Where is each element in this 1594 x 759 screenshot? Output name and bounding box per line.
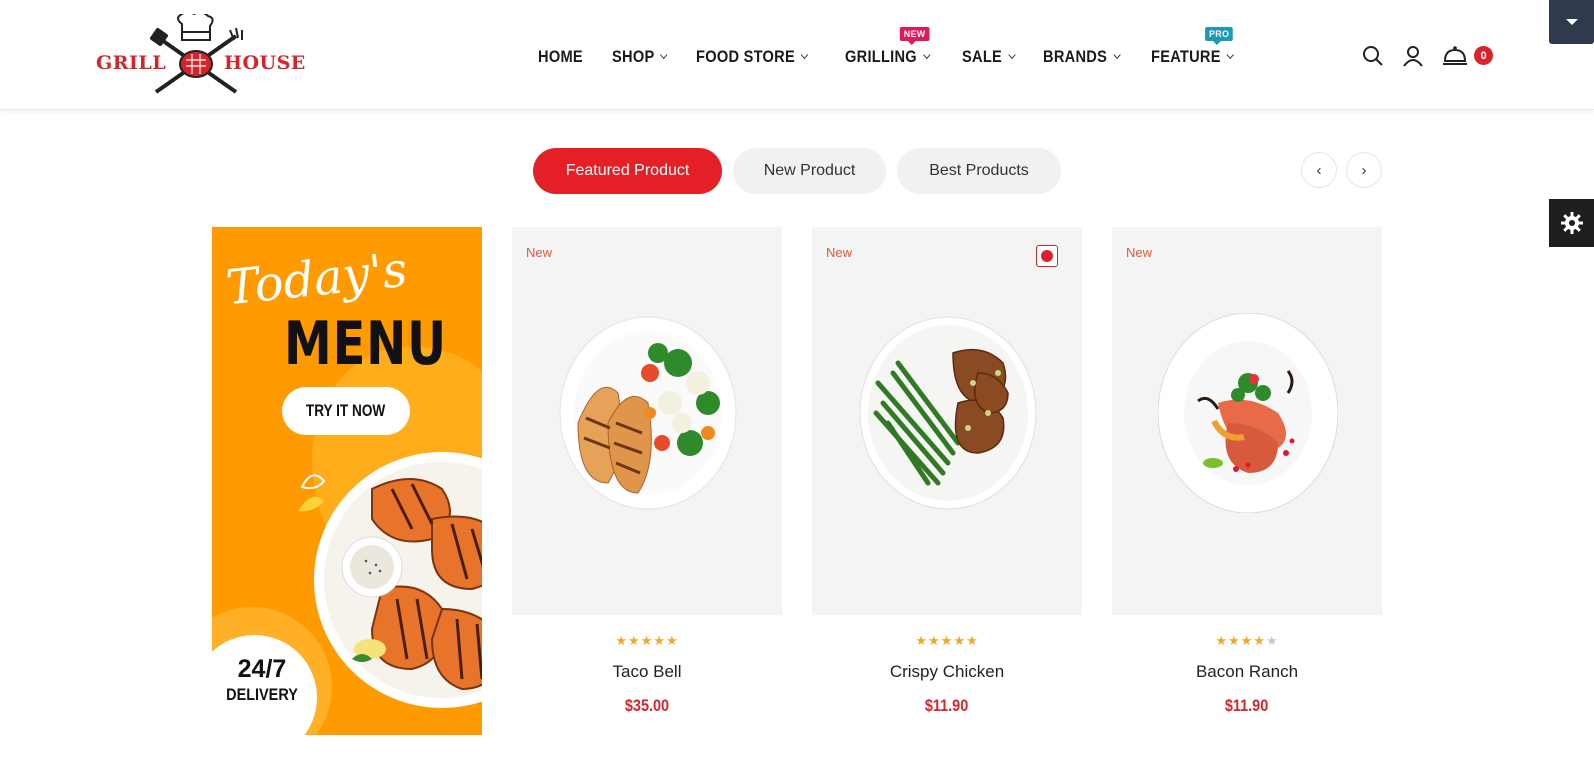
star-icon: ★ — [665, 633, 679, 648]
product-card[interactable]: New — [512, 227, 782, 615]
nav-shop-label: SHOP — [612, 47, 655, 66]
site-header: GRILL HOUSE HOME SHOP FOOD STORE NEW GRI… — [0, 0, 1594, 110]
star-icon: ★ — [915, 633, 929, 648]
product-price: $35.00 — [512, 696, 782, 716]
nav-home[interactable]: HOME — [538, 47, 583, 67]
star-icon: ★ — [640, 633, 654, 648]
chevron-down-icon — [800, 50, 808, 60]
wishlist-icon[interactable] — [1036, 245, 1058, 267]
star-icon: ★ — [928, 633, 941, 648]
product-card[interactable]: New — [812, 227, 1082, 615]
star-icon: ★ — [1228, 633, 1241, 648]
product-tabs: Featured Product New Product Best Produc… — [533, 148, 1072, 194]
delivery-hours: 24/7 — [237, 655, 287, 683]
carousel-prev-button[interactable]: ‹ — [1301, 152, 1337, 188]
nav-feature-label: FEATURE — [1151, 47, 1222, 66]
logo-text-house: HOUSE — [224, 52, 306, 74]
nav-food-store[interactable]: FOOD STORE — [695, 47, 808, 67]
cart-count-badge: 0 — [1474, 46, 1493, 65]
product-name[interactable]: Bacon Ranch — [1112, 662, 1382, 682]
product-price: $11.90 — [812, 696, 1082, 716]
rating-stars: ★★★★★ — [1112, 633, 1382, 649]
tab-best-products[interactable]: Best Products — [897, 148, 1061, 194]
new-badge: NEW — [899, 27, 929, 45]
banner-script-text: Today's — [223, 241, 410, 317]
star-icon: ★ — [653, 633, 666, 648]
settings-toggle[interactable] — [1549, 199, 1594, 247]
pro-badge: PRO — [1205, 27, 1234, 45]
nav-home-label: HOME — [538, 47, 583, 66]
caret-down-icon — [1565, 19, 1578, 25]
product-card[interactable]: New — [1112, 227, 1382, 615]
nav-grilling-label: GRILLING — [844, 47, 917, 66]
nav-shop[interactable]: SHOP — [612, 47, 668, 67]
gear-icon — [1560, 212, 1583, 234]
star-icon: ★ — [940, 633, 954, 648]
star-icon: ★ — [1215, 633, 1229, 648]
nav-food-store-label: FOOD STORE — [695, 47, 795, 66]
product-name[interactable]: Taco Bell — [512, 662, 782, 682]
new-tag: New — [1126, 245, 1153, 260]
price-value: $11.90 — [925, 696, 969, 715]
nav-brands[interactable]: BRANDS — [1042, 47, 1121, 67]
nav-grilling[interactable]: NEW GRILLING — [844, 27, 930, 67]
chevron-down-icon — [1112, 50, 1121, 60]
product-image — [559, 316, 737, 510]
try-it-now-label: TRY IT NOW — [306, 401, 386, 420]
cart-cloche-icon[interactable] — [1441, 44, 1469, 68]
nav-brands-label: BRANDS — [1042, 47, 1107, 66]
tab-new-product[interactable]: New Product — [733, 148, 886, 194]
star-icon: ★ — [628, 633, 641, 648]
wishlist-dot-icon — [1041, 250, 1053, 262]
product-name[interactable]: Crispy Chicken — [812, 662, 1082, 682]
price-value: $35.00 — [624, 696, 670, 715]
star-icon: ★ — [1253, 633, 1266, 648]
rating-stars: ★★★★★ — [812, 633, 1082, 649]
try-it-now-button[interactable]: TRY IT NOW — [282, 387, 410, 435]
star-icon: ★ — [1265, 633, 1279, 648]
banner-title: MENU — [284, 309, 447, 379]
carousel-next-button[interactable]: › — [1346, 152, 1382, 188]
tab-featured-product[interactable]: Featured Product — [533, 148, 722, 194]
star-icon: ★ — [965, 633, 979, 648]
rating-stars: ★★★★★ — [512, 633, 782, 649]
product-image — [1158, 313, 1338, 513]
product-price: $11.90 — [1112, 696, 1382, 716]
star-icon: ★ — [1240, 633, 1254, 648]
new-tag: New — [526, 245, 553, 260]
nav-sale[interactable]: SALE — [962, 47, 1016, 67]
nav-feature[interactable]: PRO FEATURE — [1151, 27, 1235, 67]
main-nav: HOME SHOP FOOD STORE NEW GRILLING SALE B… — [538, 27, 1267, 72]
chevron-down-icon — [1227, 50, 1235, 60]
star-icon: ★ — [953, 633, 966, 648]
star-icon: ★ — [615, 633, 629, 648]
grilled-chicken-plate-image — [314, 452, 482, 708]
corner-dropdown-toggle[interactable] — [1549, 0, 1594, 44]
product-image — [859, 316, 1037, 510]
new-tag: New — [826, 245, 853, 260]
nav-sale-label: SALE — [962, 47, 1003, 66]
chevron-down-icon — [1008, 50, 1016, 60]
search-icon[interactable] — [1361, 44, 1385, 68]
price-value: $11.90 — [1225, 696, 1269, 715]
todays-menu-banner[interactable]: Today's MENU TRY IT NOW 24/7 DELIVERY — [212, 227, 482, 735]
grill-house-logo[interactable]: GRILL HOUSE — [96, 11, 305, 96]
delivery-label: DELIVERY — [226, 685, 298, 704]
user-icon[interactable] — [1401, 44, 1425, 68]
chevron-down-icon — [922, 50, 930, 60]
chevron-down-icon — [660, 50, 668, 60]
logo-text-grill: GRILL — [96, 52, 167, 74]
